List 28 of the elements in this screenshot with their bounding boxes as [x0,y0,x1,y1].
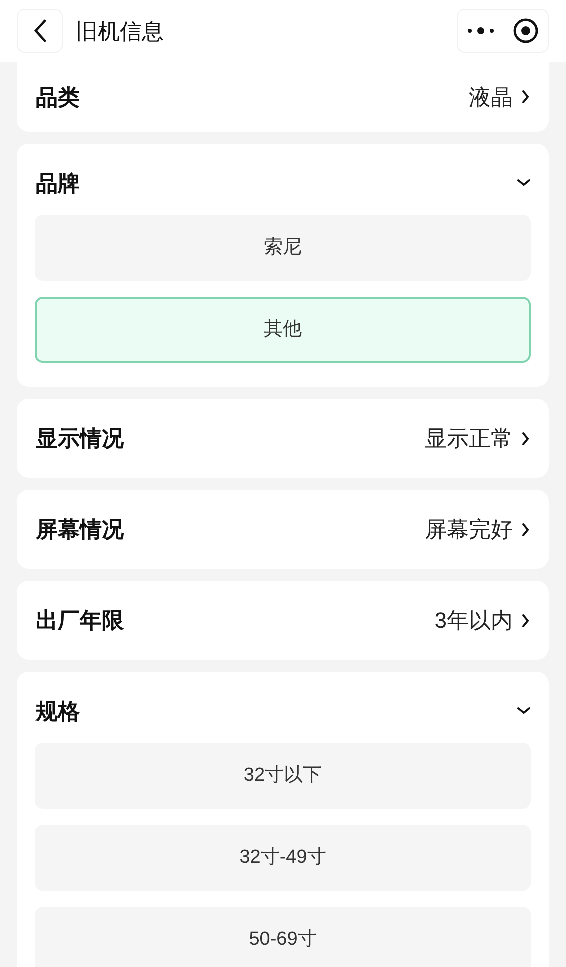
back-button[interactable] [17,9,63,53]
section-label: 屏幕情况 [36,516,124,544]
chevron-right-icon [522,432,530,446]
section-value: 3年以内 [434,607,513,635]
section-label: 品类 [36,84,80,112]
chevron-right-icon [522,614,530,628]
section-value: 显示正常 [425,425,513,453]
back-icon [33,19,47,43]
chevron-right-icon [522,90,530,104]
more-icon[interactable] [467,26,495,36]
target-icon[interactable] [513,18,539,44]
option-button[interactable]: 索尼 [35,215,531,281]
page-title: 旧机信息 [76,18,164,46]
section-label: 显示情况 [36,425,124,453]
option-button[interactable]: 其他 [35,297,531,363]
section-value: 液晶 [469,84,513,112]
section-card[interactable]: 显示情况 显示正常 [17,399,549,478]
section-card[interactable]: 屏幕情况 屏幕完好 [17,490,549,569]
chevron-right-icon [522,522,530,536]
option-button[interactable]: 32寸以下 [35,743,531,809]
section-label: 规格 [36,698,80,726]
section-card[interactable]: 品类 液晶 [17,62,549,132]
section-label: 出厂年限 [36,607,124,635]
section-value: 屏幕完好 [425,516,513,544]
section-label: 品牌 [36,170,80,198]
option-button[interactable]: 32寸-49寸 [35,825,531,891]
section-card[interactable]: 出厂年限 3年以内 [17,581,549,660]
option-button[interactable]: 50-69寸 [35,907,531,967]
